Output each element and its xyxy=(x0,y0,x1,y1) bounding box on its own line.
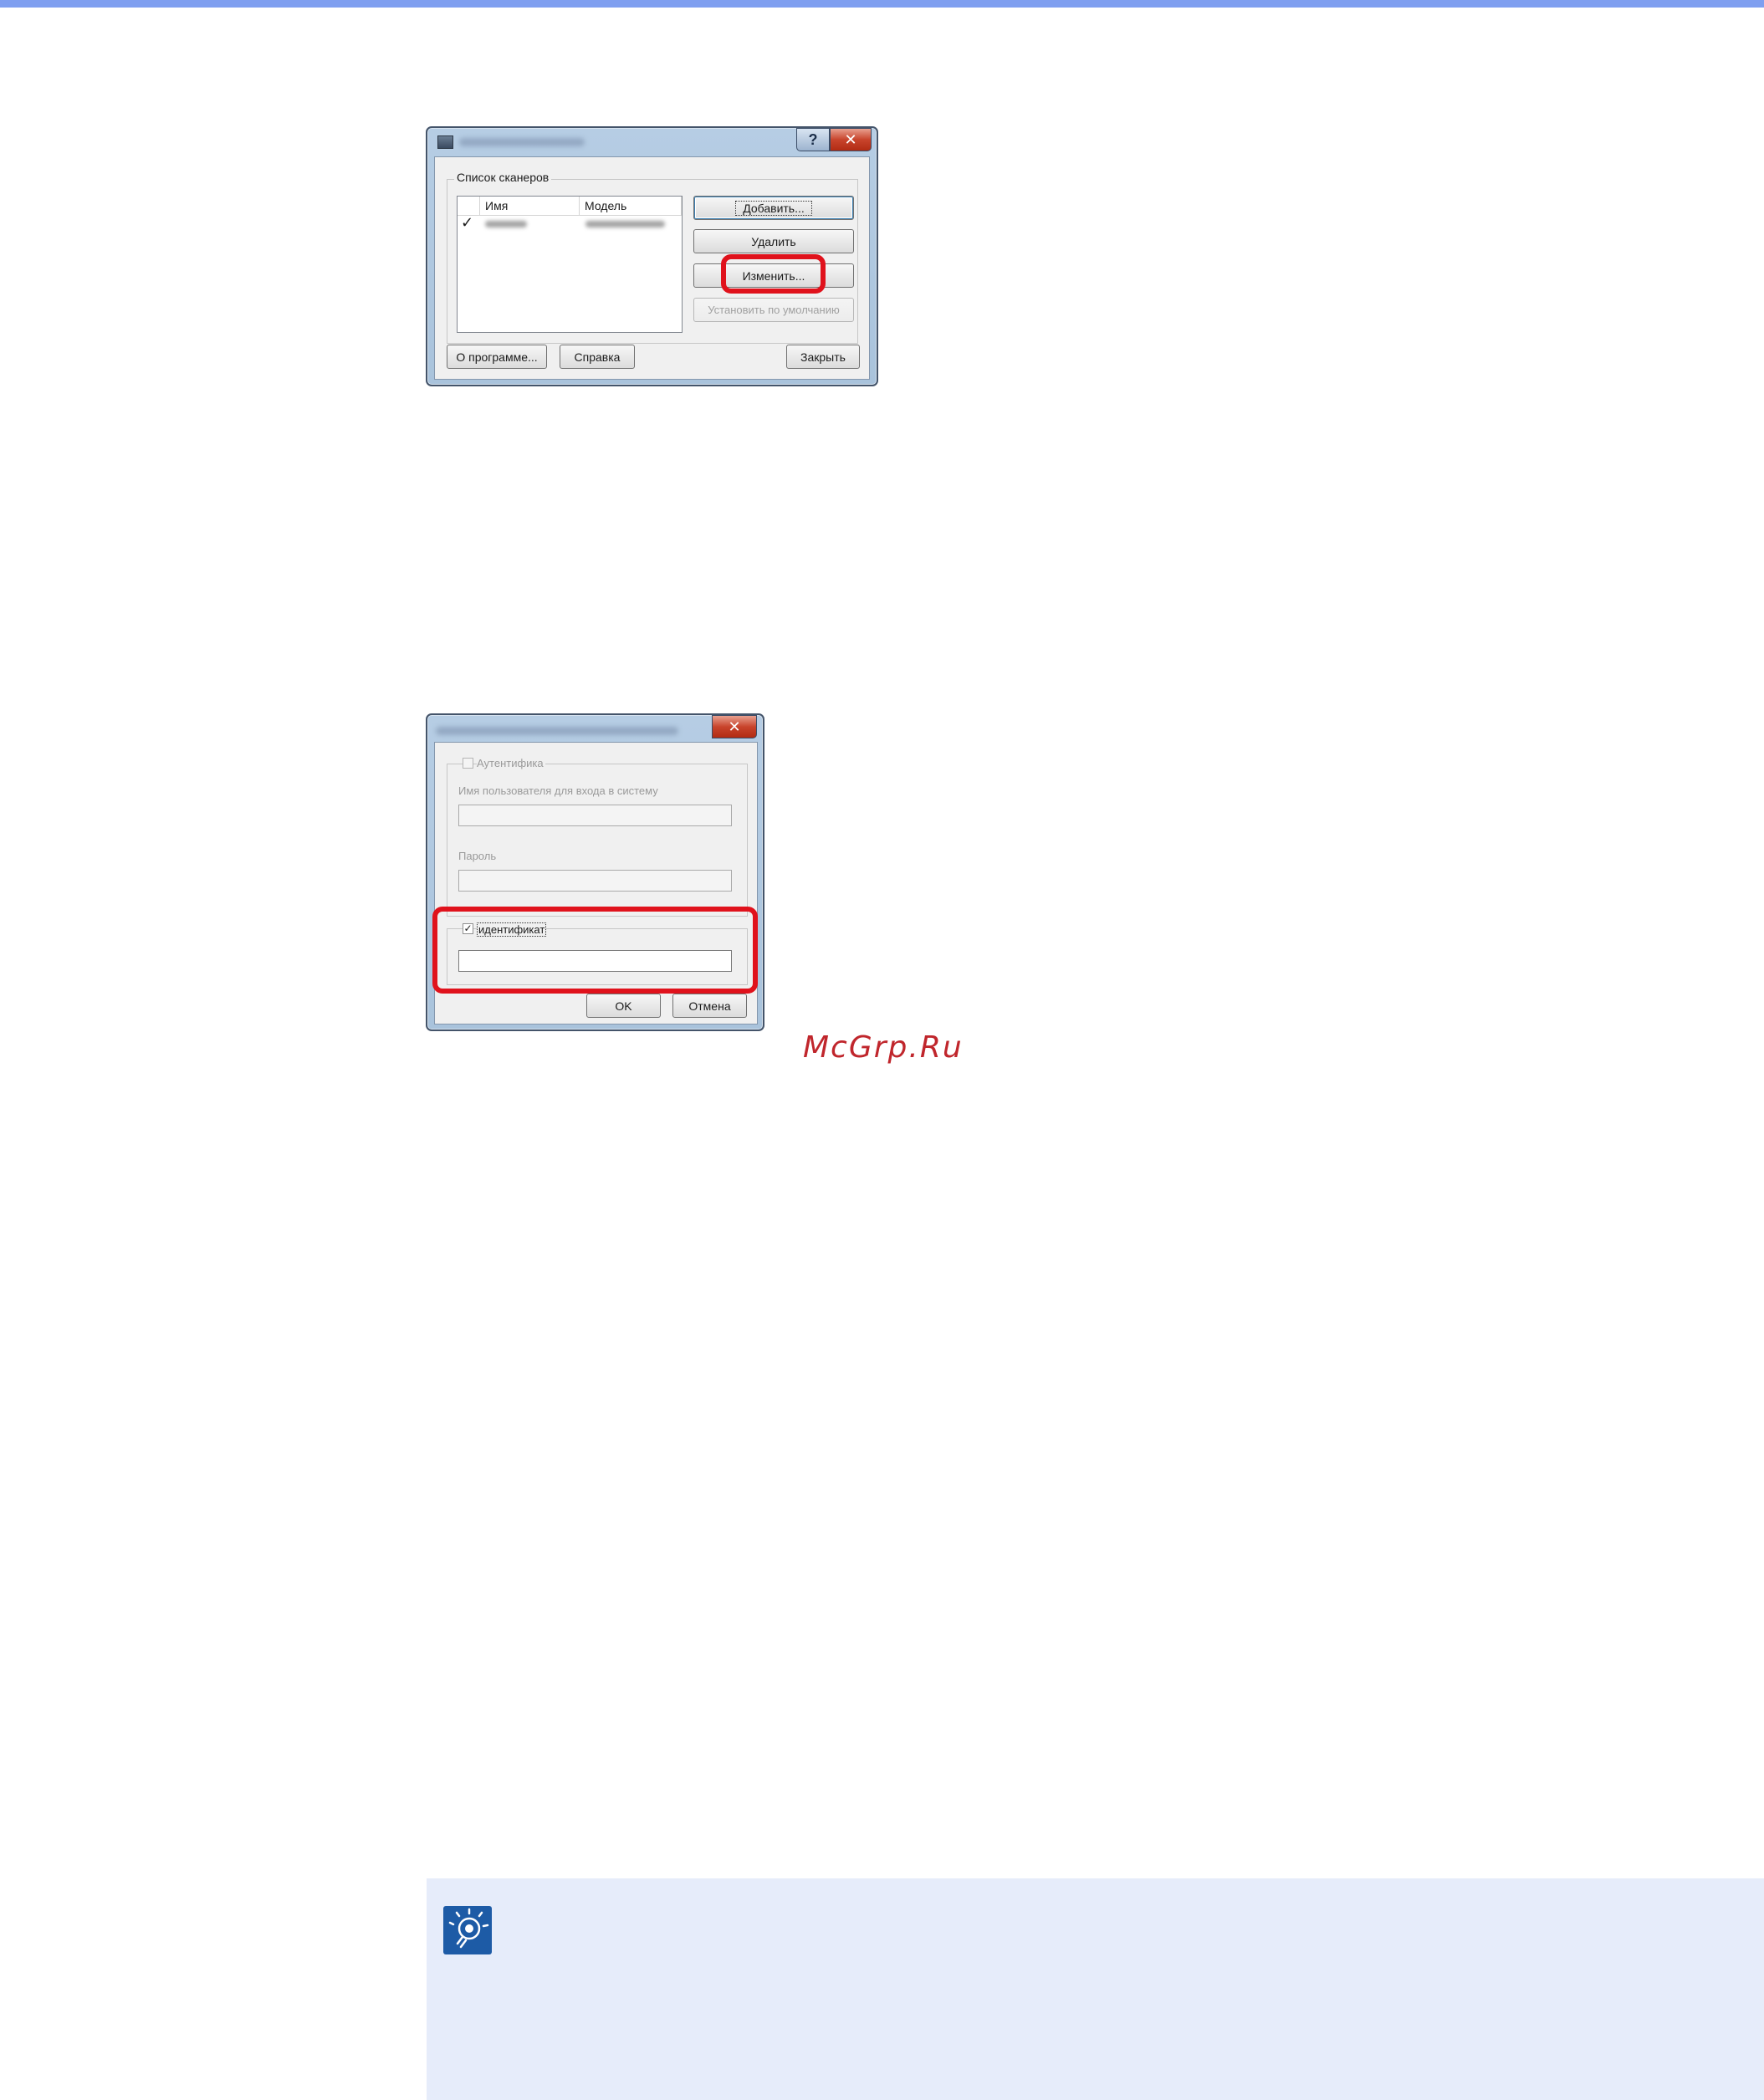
help-icon[interactable]: ? xyxy=(796,128,830,151)
top-bar xyxy=(0,0,1764,8)
column-model[interactable]: Модель xyxy=(580,197,682,215)
blurred-scanner-model xyxy=(585,221,665,227)
scanner-row[interactable]: ✓ xyxy=(458,214,682,232)
scanner-list-group-label: Список сканеров xyxy=(454,171,552,184)
delete-button[interactable]: Удалить xyxy=(693,229,854,253)
listview-header: Имя Модель xyxy=(458,197,682,216)
blurred-dialog2-title xyxy=(436,727,678,735)
column-check[interactable] xyxy=(458,197,480,215)
blurred-title-text xyxy=(459,138,585,146)
watermark: McGrp.Ru xyxy=(803,1030,964,1065)
username-label: Имя пользователя для входа в систему xyxy=(458,784,658,797)
auth-checkbox[interactable] xyxy=(463,758,473,769)
close-button[interactable]: Закрыть xyxy=(786,345,860,369)
close-icon[interactable]: ✕ xyxy=(712,715,757,738)
close-icon[interactable]: ✕ xyxy=(830,128,872,151)
note-box xyxy=(427,1878,1764,2100)
blurred-scanner-name xyxy=(485,221,527,227)
help-button[interactable]: Справка xyxy=(560,345,635,369)
edit-button-highlight xyxy=(721,254,826,294)
cancel-button[interactable]: Отмена xyxy=(672,994,747,1018)
id-field-highlight xyxy=(432,907,758,994)
default-check-icon: ✓ xyxy=(461,214,474,231)
auth-checkbox-label: Аутентифика xyxy=(477,757,545,769)
add-button-label: Добавить... xyxy=(735,200,812,216)
app-icon xyxy=(437,135,453,149)
column-name[interactable]: Имя xyxy=(480,197,580,215)
username-field[interactable] xyxy=(458,805,732,826)
lightbulb-icon xyxy=(443,1906,492,1954)
set-default-button[interactable]: Установить по умолчанию xyxy=(693,298,854,322)
password-label: Пароль xyxy=(458,850,497,862)
about-button[interactable]: О программе... xyxy=(447,345,547,369)
password-field[interactable] xyxy=(458,870,732,892)
add-button[interactable]: Добавить... xyxy=(693,196,854,220)
dialog2-titlebar[interactable]: ✕ xyxy=(427,715,763,743)
dialog-titlebar[interactable]: ? ✕ xyxy=(427,128,877,156)
ok-button[interactable]: OK xyxy=(586,994,661,1018)
scanner-listview[interactable]: Имя Модель ✓ xyxy=(457,196,683,333)
